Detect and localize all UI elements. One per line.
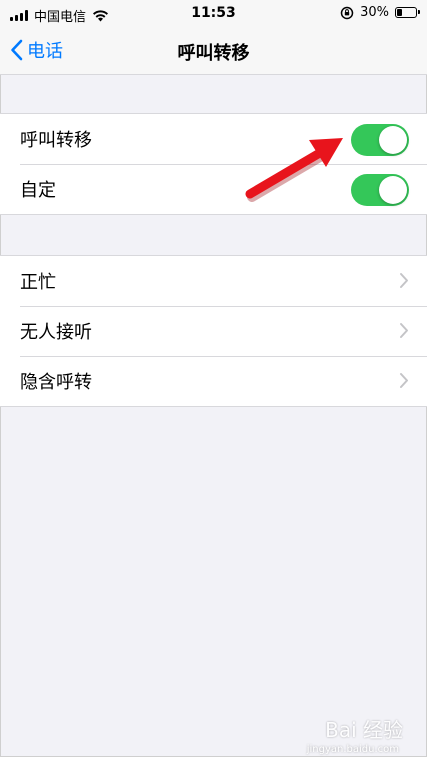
status-right: 30%	[340, 5, 420, 20]
list-item-busy[interactable]: 正忙	[0, 256, 427, 306]
forwarding-conditions-group: 正忙 无人接听 隐含呼转	[0, 255, 427, 407]
list-item-no-answer[interactable]: 无人接听	[0, 306, 427, 356]
custom-label: 自定	[20, 180, 56, 201]
navigation-bar: 电话 呼叫转移	[0, 28, 427, 75]
call-forwarding-row: 呼叫转移	[0, 114, 427, 164]
toggle-knob	[379, 176, 407, 204]
status-bar: 中国电信 11:53 30%	[0, 0, 427, 28]
custom-row: 自定	[0, 164, 427, 214]
orientation-lock-icon	[340, 6, 354, 19]
busy-label: 正忙	[20, 272, 56, 293]
battery-icon	[395, 7, 420, 18]
call-forwarding-label: 呼叫转移	[20, 130, 92, 151]
forwarding-toggle-group: 呼叫转移 自定	[0, 113, 427, 215]
watermark-logo: Bai 经验	[325, 718, 403, 742]
watermark-url: jingyan.baidu.com	[306, 744, 399, 755]
battery-percent: 30%	[360, 5, 389, 20]
chevron-right-icon	[400, 373, 408, 388]
battery-level	[397, 9, 402, 16]
implicit-forward-label: 隐含呼转	[20, 372, 92, 393]
chevron-right-icon	[400, 323, 408, 338]
chevron-right-icon	[400, 273, 408, 288]
call-forwarding-toggle[interactable]	[351, 124, 409, 156]
toggle-knob	[379, 126, 407, 154]
page-title: 呼叫转移	[177, 43, 250, 64]
list-item-implicit-forward[interactable]: 隐含呼转	[0, 356, 427, 406]
no-answer-label: 无人接听	[20, 322, 92, 343]
custom-toggle[interactable]	[351, 174, 409, 206]
